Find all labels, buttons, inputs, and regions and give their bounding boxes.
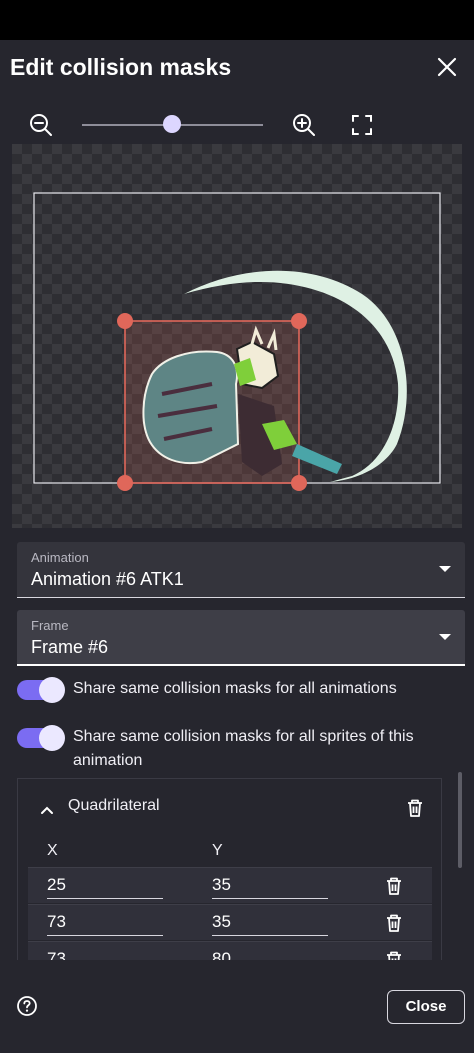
point-x-input[interactable]: 73 [47, 949, 163, 960]
delete-point-icon[interactable] [383, 875, 405, 897]
mask-handle-bottom-right [291, 475, 307, 491]
share-all-animations-toggle[interactable] [17, 677, 65, 703]
share-all-animations-label: Share same collision masks for all anima… [73, 680, 397, 697]
delete-point-icon[interactable] [383, 912, 405, 934]
animation-select-value: Animation #6 ATK1 [31, 569, 184, 589]
toggle-knob [39, 725, 65, 751]
frame-select-label: Frame [31, 618, 69, 633]
chevron-up-icon[interactable] [40, 802, 54, 814]
edit-collision-masks-dialog: Edit collision masks Animation Animation… [0, 40, 474, 1053]
animation-select[interactable]: Animation Animation #6 ATK1 [17, 542, 465, 598]
point-row: 73 35 [28, 904, 432, 940]
delete-mask-icon[interactable] [404, 797, 426, 819]
toggle-knob [39, 677, 65, 703]
share-all-sprites-row: Share same collision masks for all sprit… [17, 725, 457, 776]
mask-handle-bottom-left [117, 475, 133, 491]
point-row: 25 35 [28, 867, 432, 903]
panel-scrollbar[interactable] [458, 772, 462, 868]
dropdown-arrow-icon [439, 634, 451, 640]
close-button[interactable]: Close [387, 990, 465, 1024]
zoom-slider-thumb[interactable] [163, 115, 181, 133]
point-y-input[interactable]: 35 [212, 912, 328, 936]
column-header-x: X [47, 842, 58, 859]
zoom-out-icon[interactable] [27, 111, 55, 139]
animation-select-label: Animation [31, 550, 89, 565]
share-all-animations-row: Share same collision masks for all anima… [17, 677, 457, 704]
fit-screen-icon[interactable] [348, 111, 376, 139]
zoom-in-icon[interactable] [290, 111, 318, 139]
sprite-canvas[interactable] [12, 144, 462, 528]
mask-handle-top-left [117, 313, 133, 329]
point-y-input[interactable]: 80 [212, 949, 328, 960]
point-row: 73 80 [28, 941, 432, 960]
point-x-input[interactable]: 25 [47, 875, 163, 899]
column-header-y: Y [212, 842, 223, 859]
close-icon[interactable] [430, 50, 464, 84]
dropdown-arrow-icon [439, 566, 451, 572]
point-y-input[interactable]: 35 [212, 875, 328, 899]
mask-panel: Quadrilateral X Y 25 35 73 35 73 80 [17, 778, 442, 960]
help-icon[interactable] [16, 995, 38, 1017]
frame-select[interactable]: Frame Frame #6 [17, 610, 465, 666]
share-all-sprites-toggle[interactable] [17, 725, 65, 751]
delete-point-icon[interactable] [383, 949, 405, 960]
mask-handle-top-right [291, 313, 307, 329]
mask-shape-title: Quadrilateral [68, 797, 160, 814]
share-all-sprites-label: Share same collision masks for all sprit… [73, 728, 414, 769]
dialog-title: Edit collision masks [10, 54, 232, 80]
status-bar [0, 0, 474, 40]
frame-select-value: Frame #6 [31, 637, 109, 657]
point-x-input[interactable]: 73 [47, 912, 163, 936]
sprite-preview [33, 192, 441, 491]
